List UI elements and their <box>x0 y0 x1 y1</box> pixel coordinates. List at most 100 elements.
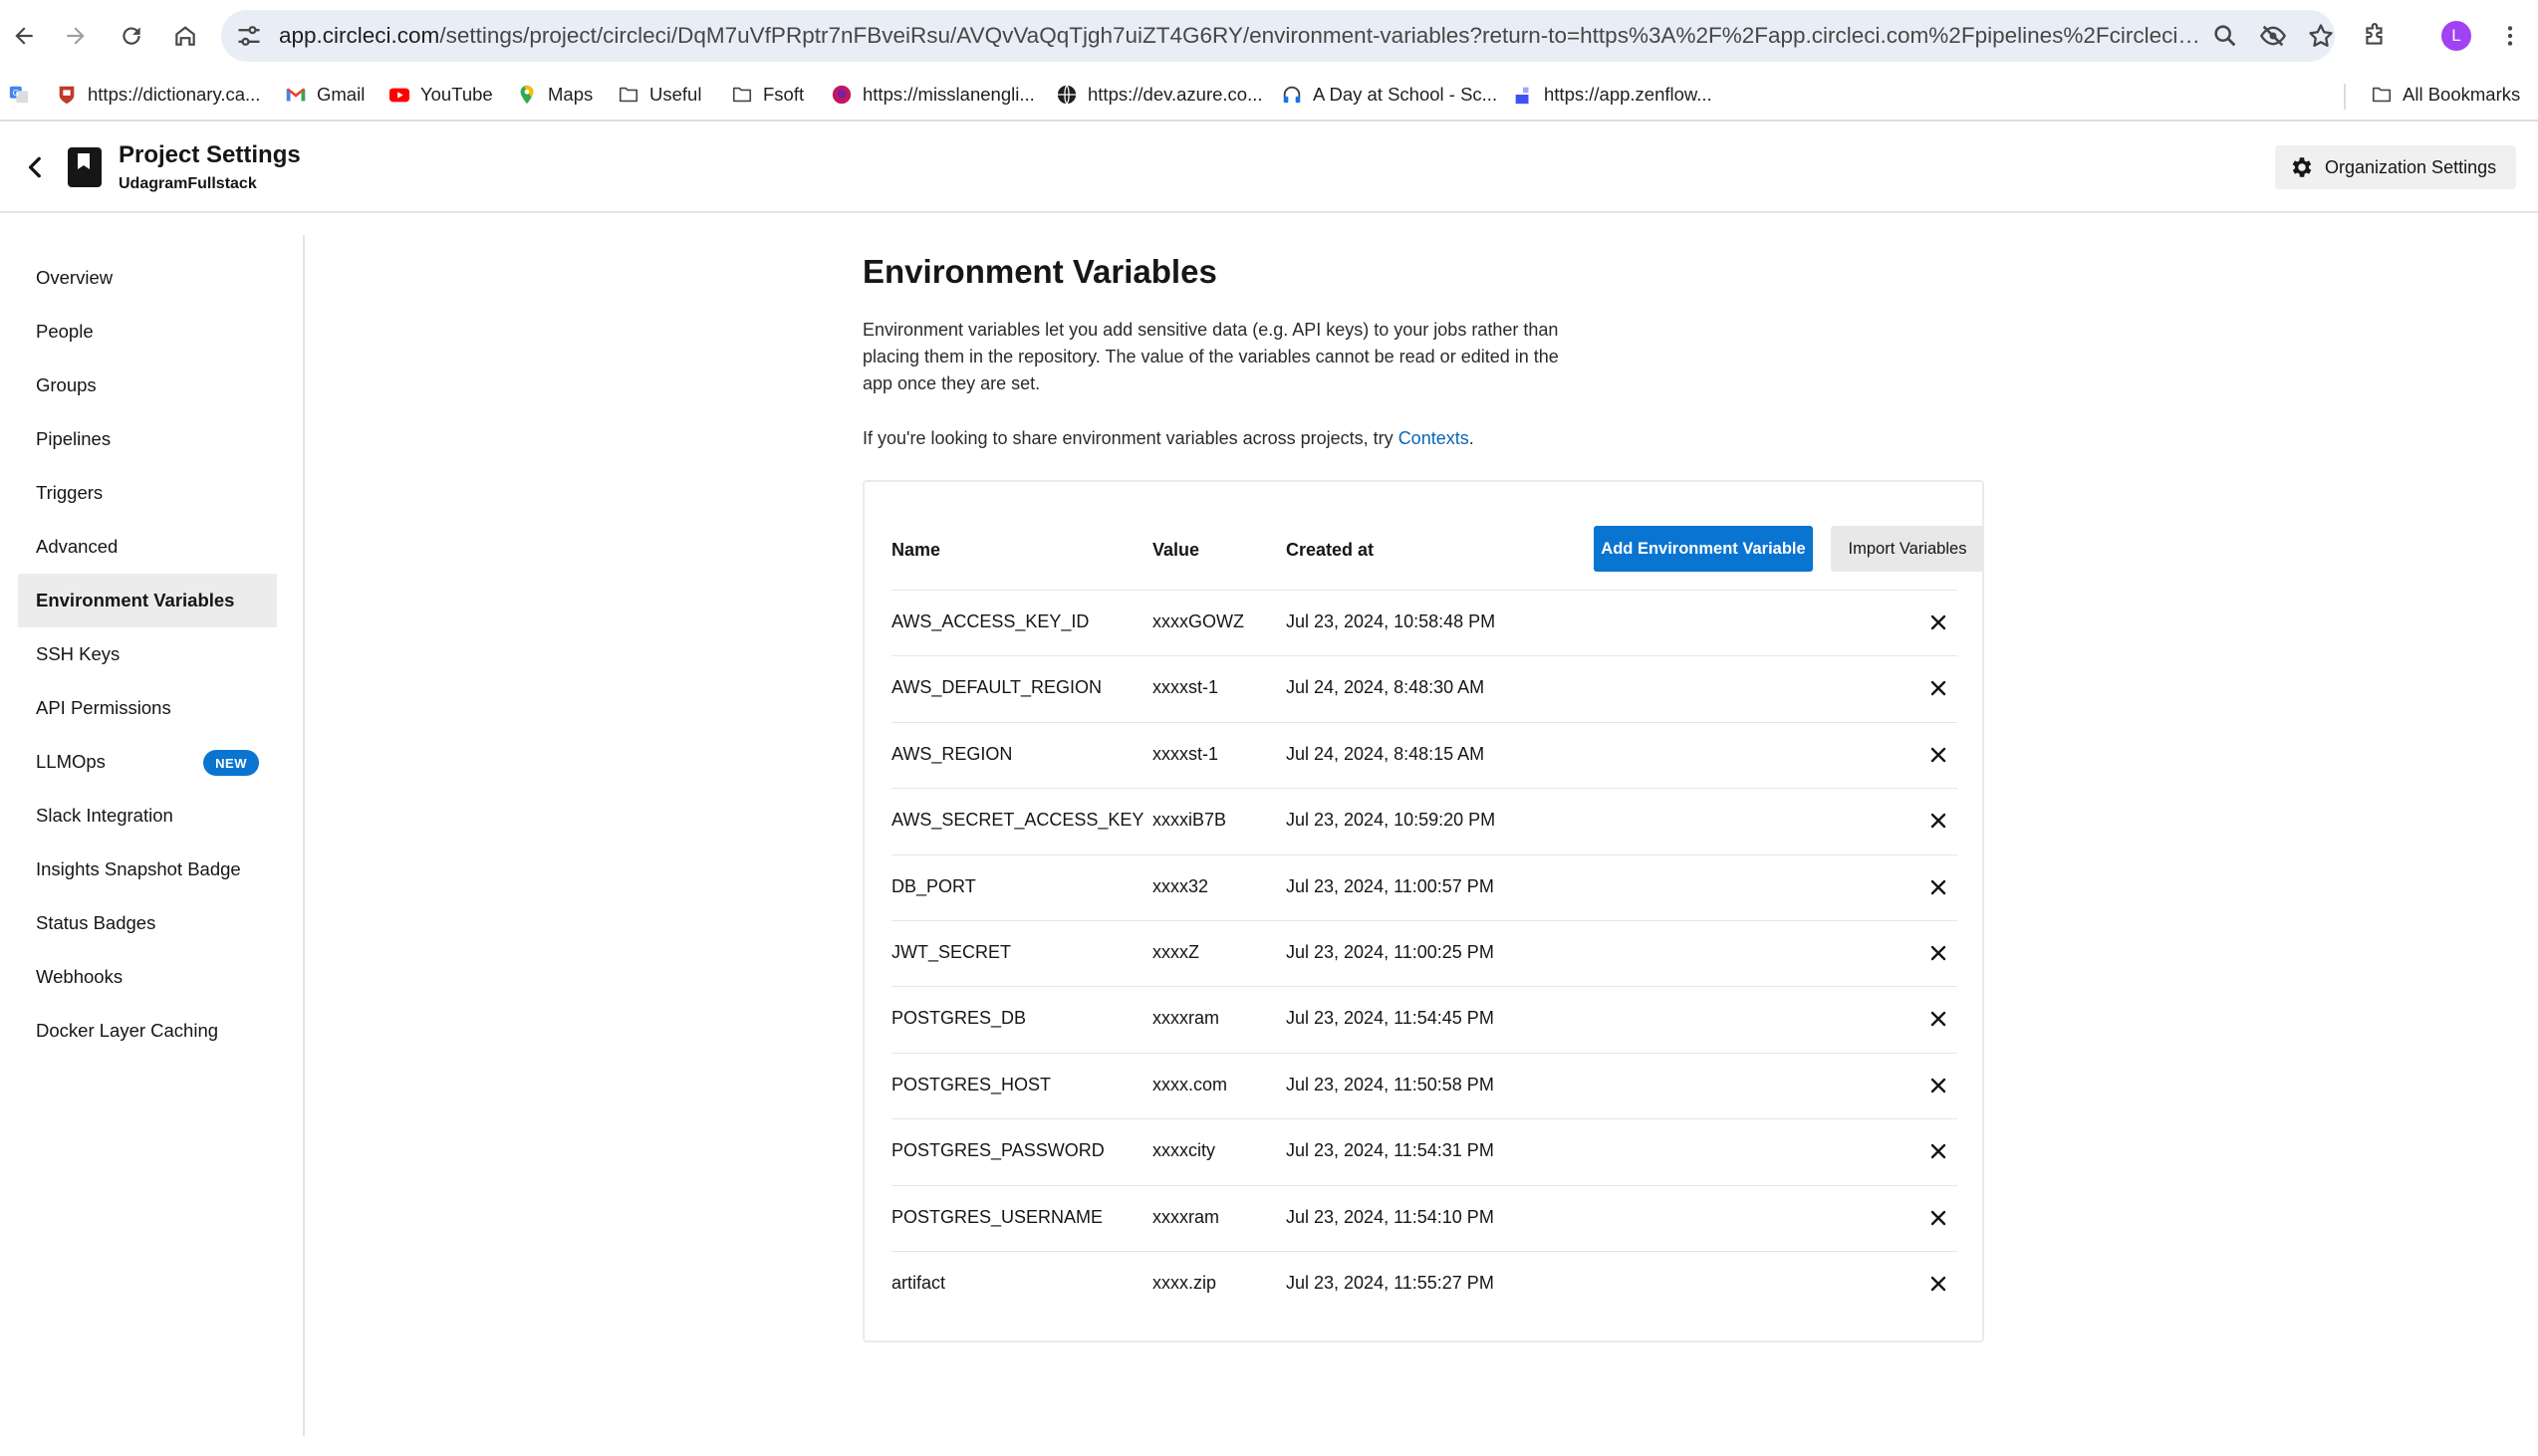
sidebar-item-slack-integration[interactable]: Slack Integration <box>18 789 277 843</box>
delete-icon[interactable] <box>1923 1071 1953 1100</box>
address-bar[interactable]: app.circleci.com/settings/project/circle… <box>221 10 2335 62</box>
site-settings-icon[interactable] <box>235 22 263 50</box>
var-created: Jul 23, 2024, 11:55:27 PM <box>1286 1272 1494 1293</box>
bookmark-folder[interactable]: Useful <box>618 80 701 110</box>
sidebar-item-status-badges[interactable]: Status Badges <box>18 896 277 950</box>
sidebar-item-ssh-keys[interactable]: SSH Keys <box>18 627 277 681</box>
table-row: JWT_SECRET xxxxZ Jul 23, 2024, 11:00:25 … <box>891 919 1957 986</box>
delete-icon[interactable] <box>1923 1203 1953 1233</box>
var-name: POSTGRES_PASSWORD <box>891 1140 1105 1161</box>
var-value: xxxxcity <box>1152 1140 1215 1161</box>
page-title: Project Settings <box>119 141 301 168</box>
delete-icon[interactable] <box>1923 938 1953 968</box>
forward-icon[interactable] <box>56 16 96 56</box>
delete-icon[interactable] <box>1923 806 1953 836</box>
bookmark-item[interactable]: https://misslanengli... <box>831 80 1035 110</box>
var-value: xxxx32 <box>1152 875 1209 896</box>
sidebar-item-llmops[interactable]: LLMOps NEW <box>18 735 277 789</box>
var-created: Jul 24, 2024, 8:48:15 AM <box>1286 743 1485 764</box>
project-book-icon <box>68 147 102 187</box>
folder-icon <box>732 87 752 103</box>
bookmark-item[interactable]: https://app.zenflow... <box>1512 80 1712 110</box>
var-created: Jul 23, 2024, 11:54:45 PM <box>1286 1008 1494 1029</box>
svg-text:G: G <box>13 88 19 98</box>
sidebar-item-pipelines[interactable]: Pipelines <box>18 412 277 466</box>
eye-off-icon[interactable] <box>2259 22 2287 50</box>
var-created: Jul 23, 2024, 10:59:20 PM <box>1286 810 1496 831</box>
import-variables-button[interactable]: Import Variables <box>1831 526 1984 572</box>
bookmark-item[interactable]: Maps <box>516 80 593 110</box>
settings-sidebar: Overview People Groups Pipelines Trigger… <box>0 235 305 1436</box>
back-icon[interactable] <box>4 16 44 56</box>
contexts-link[interactable]: Contexts <box>1398 428 1469 448</box>
table-row: AWS_ACCESS_KEY_ID xxxxGOWZ Jul 23, 2024,… <box>891 590 1957 655</box>
table-row: POSTGRES_USERNAME xxxxram Jul 23, 2024, … <box>891 1184 1957 1251</box>
zenflow-icon <box>1515 87 1529 105</box>
bookmark-item[interactable]: Gmail <box>285 80 365 110</box>
bookmark-item[interactable]: https://dictionary.ca... <box>56 80 260 110</box>
table-row: AWS_DEFAULT_REGION xxxxst-1 Jul 24, 2024… <box>891 655 1957 721</box>
sidebar-item-triggers[interactable]: Triggers <box>18 466 277 520</box>
contexts-hint: If you're looking to share environment v… <box>863 428 1474 448</box>
headphones-icon <box>1283 86 1301 104</box>
sidebar-item-environment-variables[interactable]: Environment Variables <box>18 574 277 627</box>
project-name: UdagramFullstack <box>119 175 257 192</box>
add-environment-variable-button[interactable]: Add Environment Variable <box>1594 526 1813 572</box>
reload-icon[interactable] <box>112 16 151 56</box>
var-name: DB_PORT <box>891 875 976 896</box>
sidebar-item-api-permissions[interactable]: API Permissions <box>18 681 277 735</box>
var-created: Jul 23, 2024, 11:50:58 PM <box>1286 1074 1494 1094</box>
new-badge: NEW <box>203 750 259 776</box>
column-header-name: Name <box>891 540 941 560</box>
sidebar-item-webhooks[interactable]: Webhooks <box>18 950 277 1004</box>
all-bookmarks[interactable]: All Bookmarks <box>2371 80 2520 110</box>
sidebar-item-groups[interactable]: Groups <box>18 359 277 412</box>
home-icon[interactable] <box>165 16 205 56</box>
cambridge-icon <box>59 86 75 105</box>
extensions-icon[interactable] <box>2355 16 2395 56</box>
delete-icon[interactable] <box>1923 1269 1953 1299</box>
var-created: Jul 24, 2024, 8:48:30 AM <box>1286 677 1485 698</box>
translate-icon[interactable]: G <box>8 80 30 110</box>
organization-settings-button[interactable]: Organization Settings <box>2275 145 2516 189</box>
bookmark-item[interactable]: YouTube <box>388 80 493 110</box>
bookmarks-bar: G https://dictionary.ca... Gmail YouTube… <box>0 72 2538 121</box>
back-arrow-icon[interactable] <box>18 149 54 185</box>
menu-dots-icon[interactable] <box>2490 16 2530 56</box>
bookmark-item[interactable]: https://dev.azure.co... <box>1056 80 1263 110</box>
section-title: Environment Variables <box>863 253 1217 290</box>
avatar: L <box>2441 21 2471 51</box>
var-name: POSTGRES_DB <box>891 1008 1027 1029</box>
url-text[interactable]: app.circleci.com/settings/project/circle… <box>279 23 2201 49</box>
zoom-icon[interactable] <box>2211 22 2239 50</box>
var-value: xxxxiB7B <box>1152 810 1227 831</box>
var-value: xxxxram <box>1152 1008 1219 1029</box>
sidebar-item-overview[interactable]: Overview <box>18 251 277 305</box>
sidebar-item-docker-layer-caching[interactable]: Docker Layer Caching <box>18 1004 277 1058</box>
profile-avatar[interactable]: L <box>2436 16 2476 56</box>
var-value: xxxxst-1 <box>1152 743 1219 764</box>
app-header: Project Settings UdagramFullstack Organi… <box>0 121 2538 213</box>
var-created: Jul 23, 2024, 11:00:25 PM <box>1286 941 1494 962</box>
delete-icon[interactable] <box>1923 1004 1953 1034</box>
var-created: Jul 23, 2024, 10:58:48 PM <box>1286 611 1496 631</box>
sidebar-item-insights-snapshot-badge[interactable]: Insights Snapshot Badge <box>18 843 277 896</box>
table-header: Name Value Created at Add Environment Va… <box>891 526 1984 574</box>
var-created: Jul 23, 2024, 11:54:10 PM <box>1286 1206 1494 1227</box>
delete-icon[interactable] <box>1923 1136 1953 1166</box>
delete-icon[interactable] <box>1923 607 1953 637</box>
sidebar-item-advanced[interactable]: Advanced <box>18 520 277 574</box>
var-name: POSTGRES_HOST <box>891 1074 1052 1094</box>
sidebar-item-people[interactable]: People <box>18 305 277 359</box>
bookmark-item[interactable]: A Day at School - Sc... <box>1281 80 1497 110</box>
delete-icon[interactable] <box>1923 740 1953 770</box>
delete-icon[interactable] <box>1923 673 1953 703</box>
bookmark-folder[interactable]: Fsoft <box>731 80 804 110</box>
var-created: Jul 23, 2024, 11:00:57 PM <box>1286 875 1494 896</box>
folder-icon <box>2372 87 2392 103</box>
youtube-icon <box>388 88 410 103</box>
star-icon[interactable] <box>2307 22 2335 50</box>
delete-icon[interactable] <box>1923 872 1953 902</box>
globe-icon <box>1057 85 1077 105</box>
column-header-created: Created at <box>1286 540 1375 560</box>
